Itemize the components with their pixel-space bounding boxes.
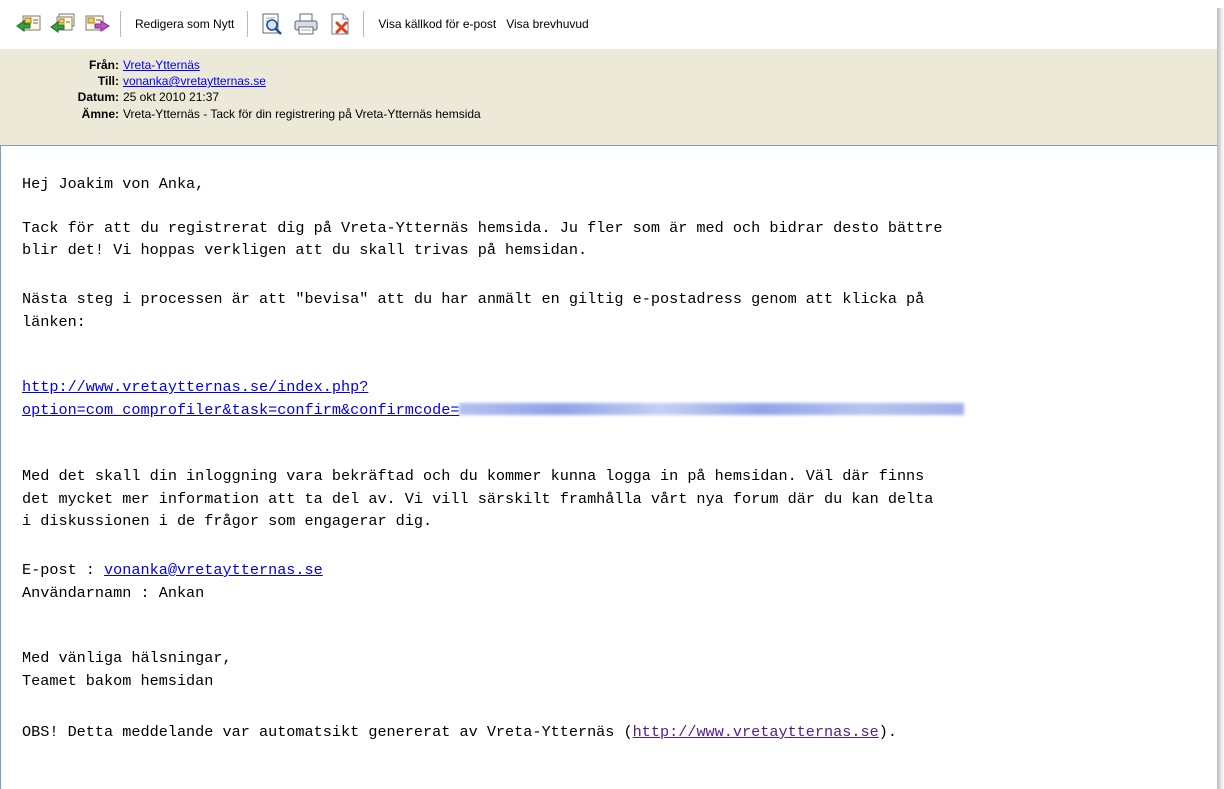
toolbar: Redigera som Nytt Visa källkod för e-pos… xyxy=(0,0,1217,48)
from-link[interactable]: Vreta-Ytternäs xyxy=(123,57,200,73)
from-label: Från: xyxy=(89,58,119,72)
window-shadow xyxy=(1217,8,1224,789)
message-header: Från: Vreta-Ytternäs Till: vonanka@vreta… xyxy=(0,48,1217,136)
forward-icon[interactable] xyxy=(82,9,112,39)
preview-icon[interactable] xyxy=(257,9,287,39)
confirm-link-line2-row: option=com_comprofiler&task=confirm&conf… xyxy=(22,399,965,421)
subject-value: Vreta-Ytternäs - Tack för din registreri… xyxy=(123,107,481,121)
reply-icon[interactable] xyxy=(14,9,44,39)
paragraph-line: blir det! Vi hoppas verkligen att du ska… xyxy=(22,241,588,259)
paragraph-line: Nästa steg i processen är att "bevisa" a… xyxy=(22,290,925,308)
paragraph-line: Tack för att du registrerat dig på Vreta… xyxy=(22,219,943,237)
subject-row: Ämne: Vreta-Ytternäs - Tack för din regi… xyxy=(0,106,1217,122)
to-link[interactable]: vonanka@vretaytternas.se xyxy=(123,73,266,89)
toolbar-separator xyxy=(247,11,250,37)
delete-icon[interactable] xyxy=(325,9,355,39)
paragraph-line: i diskussionen i de frågor som engagerar… xyxy=(22,512,433,530)
email-link[interactable]: vonanka@vretaytternas.se xyxy=(104,561,323,579)
greeting: Hej Joakim von Anka, xyxy=(22,175,205,193)
toolbar-separator xyxy=(363,11,366,37)
obs-prefix: OBS! Detta meddelande var automatsikt ge… xyxy=(22,723,633,741)
print-icon[interactable] xyxy=(291,9,321,39)
date-row: Datum: 25 okt 2010 21:37 xyxy=(0,89,1217,105)
message-body: Hej Joakim von Anka, Tack för att du reg… xyxy=(0,145,1217,789)
closing-line: Teamet bakom hemsidan xyxy=(22,672,214,690)
date-value: 25 okt 2010 21:37 xyxy=(123,90,220,104)
paragraph-line: Med det skall din inloggning vara bekräf… xyxy=(22,467,925,485)
email-label: E-post : xyxy=(22,561,105,579)
email-viewer-window: Redigera som Nytt Visa källkod för e-pos… xyxy=(0,0,1217,789)
email-row: E-post : vonanka@vretaytternas.se xyxy=(22,559,323,581)
blurred-confirm-code[interactable] xyxy=(459,402,965,415)
subject-label: Ämne: xyxy=(81,107,119,121)
paragraph-line: det mycket mer information att ta del av… xyxy=(22,490,934,508)
header-divider xyxy=(0,135,1217,145)
confirm-link-line1[interactable]: http://www.vretaytternas.se/index.php? xyxy=(22,376,368,398)
site-link[interactable]: http://www.vretaytternas.se xyxy=(633,723,879,741)
view-source-button[interactable]: Visa källkod för e-post xyxy=(373,17,501,31)
from-row: Från: Vreta-Ytternäs xyxy=(0,57,1217,73)
to-label: Till: xyxy=(97,74,119,88)
to-row: Till: vonanka@vretaytternas.se xyxy=(0,73,1217,89)
closing-line: Med vänliga hälsningar, xyxy=(22,649,232,667)
username-line: Användarnamn : Ankan xyxy=(22,584,205,602)
toolbar-separator xyxy=(120,11,122,37)
edit-as-new-button[interactable]: Redigera som Nytt xyxy=(130,17,239,31)
date-label: Datum: xyxy=(77,90,119,104)
obs-suffix: ). xyxy=(878,723,897,741)
obs-line: OBS! Detta meddelande var automatsikt ge… xyxy=(22,721,897,743)
confirm-link-line2[interactable]: option=com_comprofiler&task=confirm&conf… xyxy=(22,401,459,419)
reply-all-icon[interactable] xyxy=(48,9,78,39)
paragraph-line: länken: xyxy=(22,313,86,331)
view-headers-button[interactable]: Visa brevhuvud xyxy=(501,17,594,31)
